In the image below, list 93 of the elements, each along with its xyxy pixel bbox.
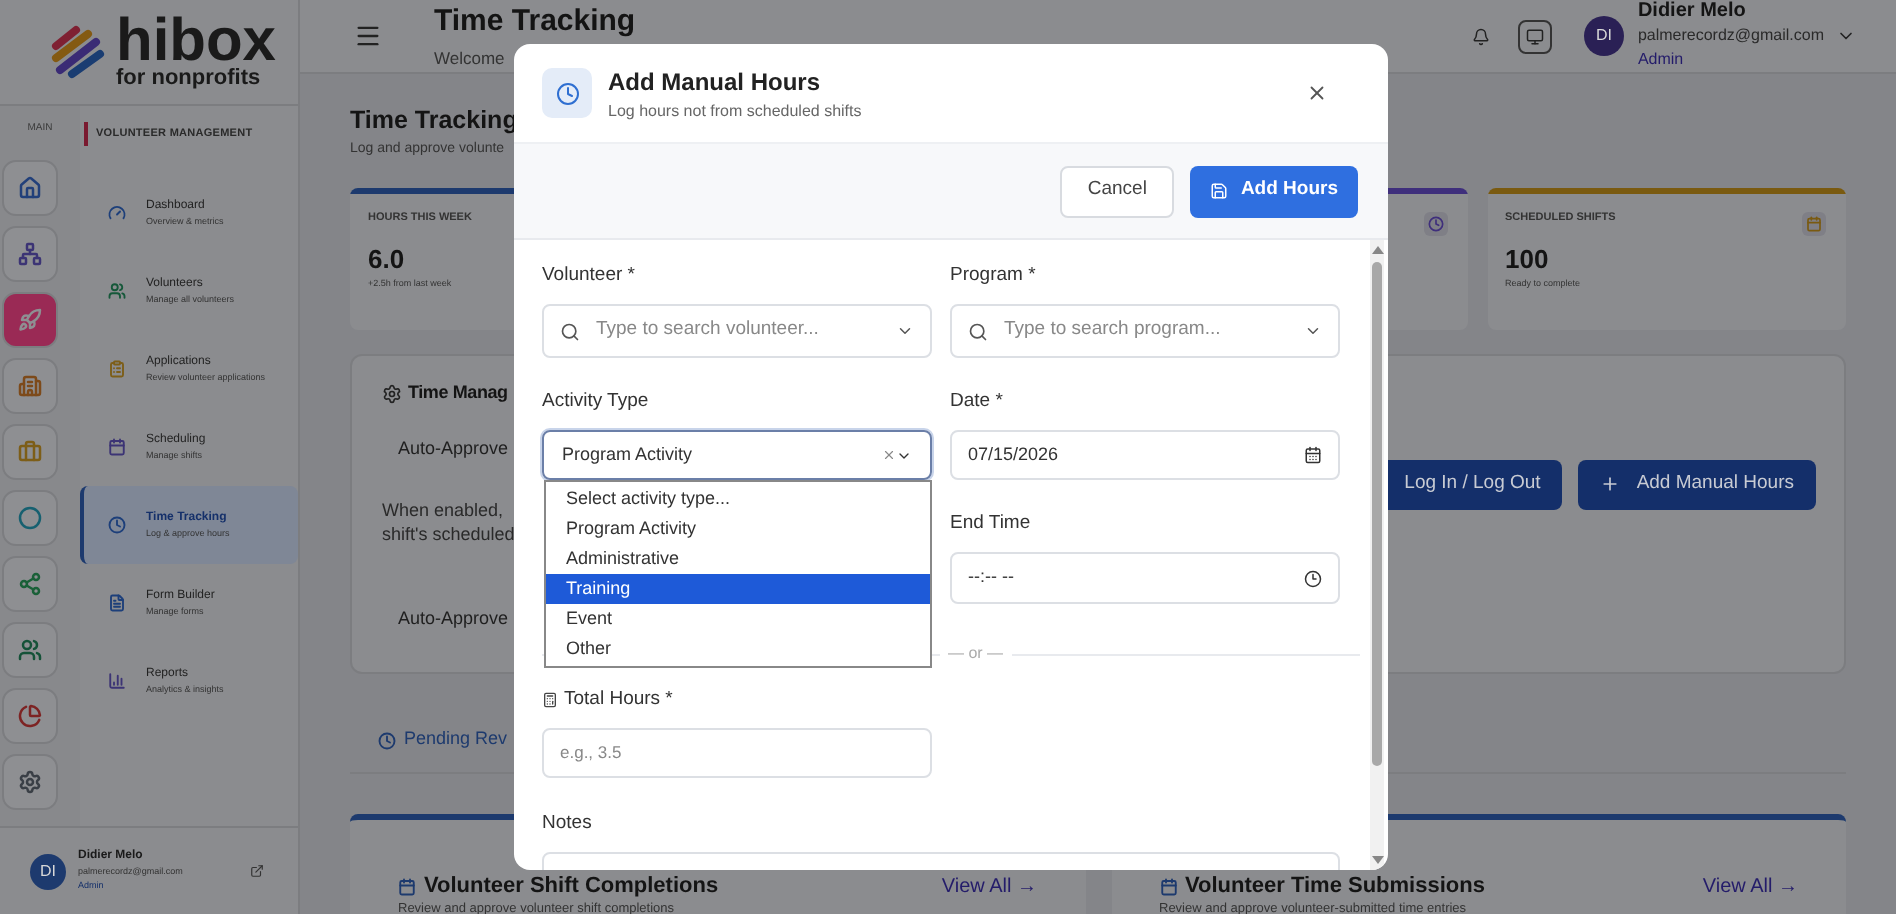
search-field[interactable]: Type to search program... (950, 304, 1340, 358)
search-field[interactable]: Type to search volunteer... (542, 304, 932, 358)
view-all-link[interactable]: View All → (941, 871, 1037, 902)
nav-icon (108, 438, 126, 456)
section-marker (84, 122, 88, 146)
dropdown-option[interactable]: Administrative (546, 544, 930, 574)
plus-icon (1600, 474, 1621, 495)
brand-tagline: for nonprofits (116, 67, 263, 89)
monitor-icon (1525, 27, 1544, 45)
page-title: Time Tracking (350, 104, 518, 138)
brand-name: hibox (116, 15, 276, 67)
clock-icon (378, 731, 396, 749)
dropdown-option[interactable]: Other (546, 634, 930, 664)
search-icon (560, 321, 580, 341)
field-label: Notes (542, 809, 592, 838)
calendar-icon (1806, 216, 1822, 233)
placeholder-text: Type to search volunteer... (596, 316, 821, 345)
rail-button[interactable] (2, 423, 58, 479)
rail-button[interactable] (2, 225, 58, 281)
field-label: Date * (950, 387, 1003, 416)
field-label: End Time (950, 509, 1031, 538)
menu-icon[interactable] (354, 22, 382, 50)
rail-button[interactable] (2, 357, 58, 413)
select-value: Program Activity (562, 441, 695, 468)
dropdown-option[interactable]: Event (546, 604, 930, 634)
date-value: 07/15/2026 (968, 441, 1061, 468)
placeholder-text: Type to search program... (1004, 316, 1223, 345)
field-label: Program * (950, 261, 1036, 290)
rail-button[interactable] (2, 489, 58, 545)
panel-title: Volunteer Time Submissions (1185, 875, 1485, 898)
save-icon (1210, 182, 1229, 200)
logo-stripes-icon (48, 22, 108, 82)
rail-button[interactable] (2, 159, 58, 215)
calendar-icon (398, 877, 416, 896)
total-hours-input[interactable]: e.g., 3.5 (542, 728, 932, 778)
rail-button[interactable] (2, 555, 58, 611)
nav-icon (108, 594, 126, 612)
rail-item-icon (18, 307, 42, 331)
avatar: DI (1583, 16, 1624, 56)
nav-icon (108, 282, 126, 300)
nav-icon (108, 360, 126, 378)
user-email: palmerecordz@gmail.com (1637, 24, 1824, 48)
stat-value: 100 (1505, 241, 1549, 277)
rail-button[interactable] (2, 687, 58, 743)
panel-title: Volunteer Shift Completions (424, 875, 719, 898)
dropdown-option[interactable]: Select activity type... (546, 484, 930, 514)
action-button[interactable]: Add Manual Hours (1578, 459, 1816, 510)
external-link-icon[interactable] (250, 864, 264, 878)
dropdown-option[interactable]: Training (546, 574, 930, 604)
nav-icon (108, 672, 126, 690)
chevron-down-icon (896, 322, 914, 340)
placeholder-text: e.g., 3.5 (560, 740, 622, 766)
time-field[interactable]: --:-- -- (950, 552, 1340, 604)
rail-button[interactable] (2, 291, 58, 347)
gear-icon (382, 384, 402, 404)
scrollbar[interactable] (1370, 240, 1384, 870)
modal-title: Add Manual Hours (608, 65, 823, 99)
clock-icon[interactable] (1304, 569, 1322, 587)
user-name: Didier Melo (1637, 0, 1748, 24)
clock-icon (1427, 216, 1443, 233)
add-hours-button[interactable]: Add Hours (1190, 165, 1358, 217)
chevron-down-icon (1304, 322, 1322, 340)
clock-icon (555, 81, 579, 105)
notification-icon[interactable] (1471, 27, 1490, 45)
stat-value: 6.0 (368, 241, 405, 277)
nav-icon (108, 516, 126, 534)
or-divider-text: — or — (946, 642, 1006, 666)
nav-icon (108, 204, 126, 222)
field-label: Activity Type (542, 387, 649, 416)
view-all-link[interactable]: View All → (1702, 871, 1798, 902)
date-field[interactable]: 07/15/2026 (950, 430, 1340, 480)
cancel-button[interactable]: Cancel (1059, 165, 1175, 217)
time-value: --:-- -- (968, 564, 1016, 591)
calculator-icon (542, 692, 558, 708)
header-subtitle: Welcome (434, 45, 507, 72)
calendar-icon[interactable] (1304, 446, 1322, 464)
rail-button[interactable] (2, 621, 58, 677)
header-title: Time Tracking (434, 2, 636, 43)
select-field[interactable]: Program Activity (542, 430, 932, 480)
field-label: Volunteer * (542, 261, 635, 290)
clear-icon[interactable] (882, 448, 896, 462)
card-title: Time Manag (408, 380, 508, 407)
calendar-icon (1159, 877, 1177, 896)
tab-label[interactable]: Pending Rev (404, 726, 508, 754)
modal-subtitle: Log hours not from scheduled shifts (608, 99, 862, 123)
rail-button[interactable] (2, 753, 58, 809)
user-role: Admin (1637, 48, 1686, 72)
monitor-button[interactable] (1517, 19, 1552, 53)
search-icon (968, 321, 988, 341)
field-label: Total Hours * (564, 685, 673, 714)
dropdown-option[interactable]: Program Activity (546, 514, 930, 544)
close-icon[interactable] (1306, 82, 1328, 104)
avatar: DI (30, 853, 66, 889)
